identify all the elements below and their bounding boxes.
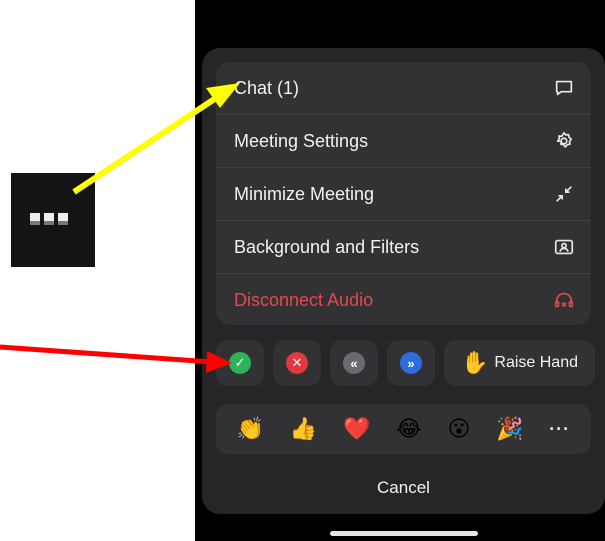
- cancel-button[interactable]: Cancel: [202, 468, 605, 508]
- minimize-arrows-icon: [553, 183, 575, 205]
- menu-item-label: Meeting Settings: [234, 130, 369, 151]
- emoji-heart[interactable]: ❤️: [343, 418, 370, 440]
- more-menu-sheet: Chat (1) Meeting Settings Minimize Meeti…: [202, 48, 605, 514]
- gear-icon: [553, 130, 575, 152]
- menu-item-label: Disconnect Audio: [234, 289, 374, 310]
- emoji-clap[interactable]: 👏: [237, 418, 264, 440]
- menu-item-label: Minimize Meeting: [234, 183, 375, 204]
- menu-item-background-filters[interactable]: Background and Filters: [216, 221, 591, 274]
- emoji-joy[interactable]: 😂: [396, 418, 422, 440]
- more-dots-icon: [30, 213, 68, 225]
- menu-item-label: Background and Filters: [234, 236, 420, 257]
- emoji-party[interactable]: 🎉: [496, 418, 523, 440]
- raised-hand-icon: ✋: [460, 350, 489, 375]
- go-slower-button[interactable]: «: [330, 340, 378, 386]
- green-check-icon: ✓: [229, 352, 251, 374]
- double-chevron-right-icon: »: [400, 352, 422, 374]
- menu-card: Chat (1) Meeting Settings Minimize Meeti…: [216, 62, 591, 325]
- menu-item-minimize-meeting[interactable]: Minimize Meeting: [216, 168, 591, 221]
- menu-item-label: Chat (1): [234, 77, 300, 98]
- emoji-reactions-row: 👏 👍 ❤️ 😂 😮 🎉 ···: [216, 404, 591, 454]
- menu-item-chat[interactable]: Chat (1): [216, 62, 591, 115]
- go-faster-button[interactable]: »: [387, 340, 435, 386]
- double-chevron-left-icon: «: [343, 352, 365, 374]
- no-button[interactable]: ✕: [273, 340, 321, 386]
- home-indicator: [330, 531, 478, 536]
- emoji-thumbs-up[interactable]: 👍: [290, 418, 317, 440]
- menu-item-disconnect-audio[interactable]: Disconnect Audio: [216, 274, 591, 325]
- yes-button[interactable]: ✓: [216, 340, 264, 386]
- headphones-x-icon: [553, 289, 575, 311]
- emoji-surprised[interactable]: 😮: [447, 418, 470, 440]
- portrait-frame-icon: [553, 236, 575, 258]
- raise-hand-button[interactable]: ✋ Raise Hand: [444, 340, 595, 386]
- red-x-icon: ✕: [286, 352, 308, 374]
- phone-screen: Chat (1) Meeting Settings Minimize Meeti…: [195, 0, 605, 541]
- menu-item-meeting-settings[interactable]: Meeting Settings: [216, 115, 591, 168]
- more-button-thumbnail: [11, 173, 95, 267]
- more-emojis-button[interactable]: ···: [549, 420, 570, 438]
- reaction-buttons-row: ✓ ✕ « » ✋ Raise Hand: [216, 340, 595, 386]
- raise-hand-label: Raise Hand: [494, 354, 578, 371]
- chat-bubble-icon: [553, 77, 575, 99]
